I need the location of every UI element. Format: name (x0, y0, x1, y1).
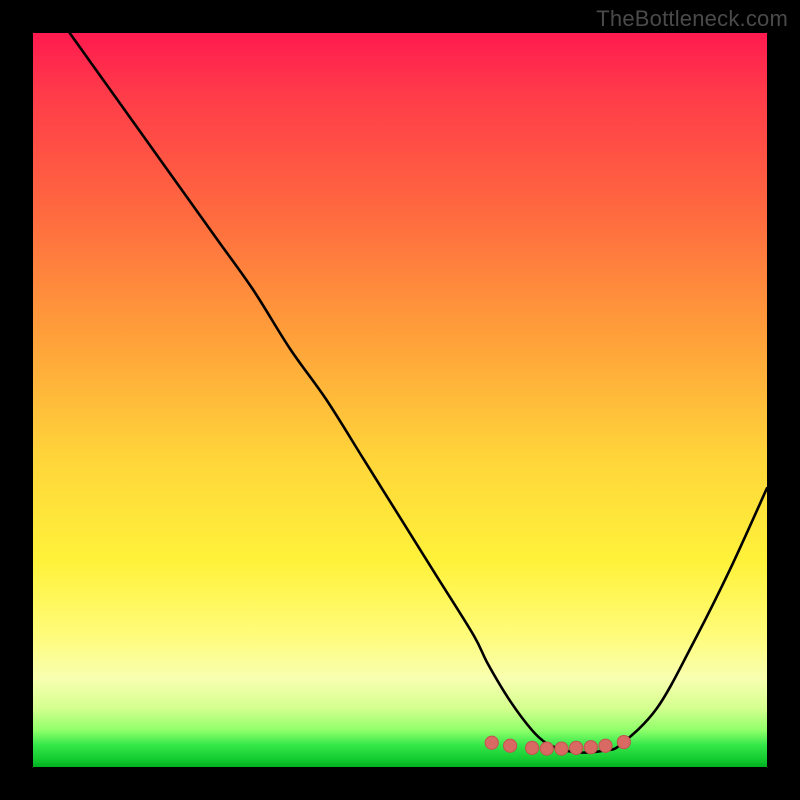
curve-marker (570, 741, 583, 754)
curve-marker (555, 742, 568, 755)
bottleneck-curve (70, 33, 767, 753)
chart-plot-area (33, 33, 767, 767)
chart-svg (33, 33, 767, 767)
curve-marker (599, 739, 612, 752)
curve-markers (485, 735, 630, 755)
curve-marker (584, 741, 597, 754)
curve-marker (540, 742, 553, 755)
chart-frame: TheBottleneck.com (0, 0, 800, 800)
curve-marker (617, 735, 630, 748)
curve-marker (526, 741, 539, 754)
curve-marker (503, 739, 516, 752)
watermark-text: TheBottleneck.com (596, 6, 788, 32)
curve-marker (485, 736, 498, 749)
